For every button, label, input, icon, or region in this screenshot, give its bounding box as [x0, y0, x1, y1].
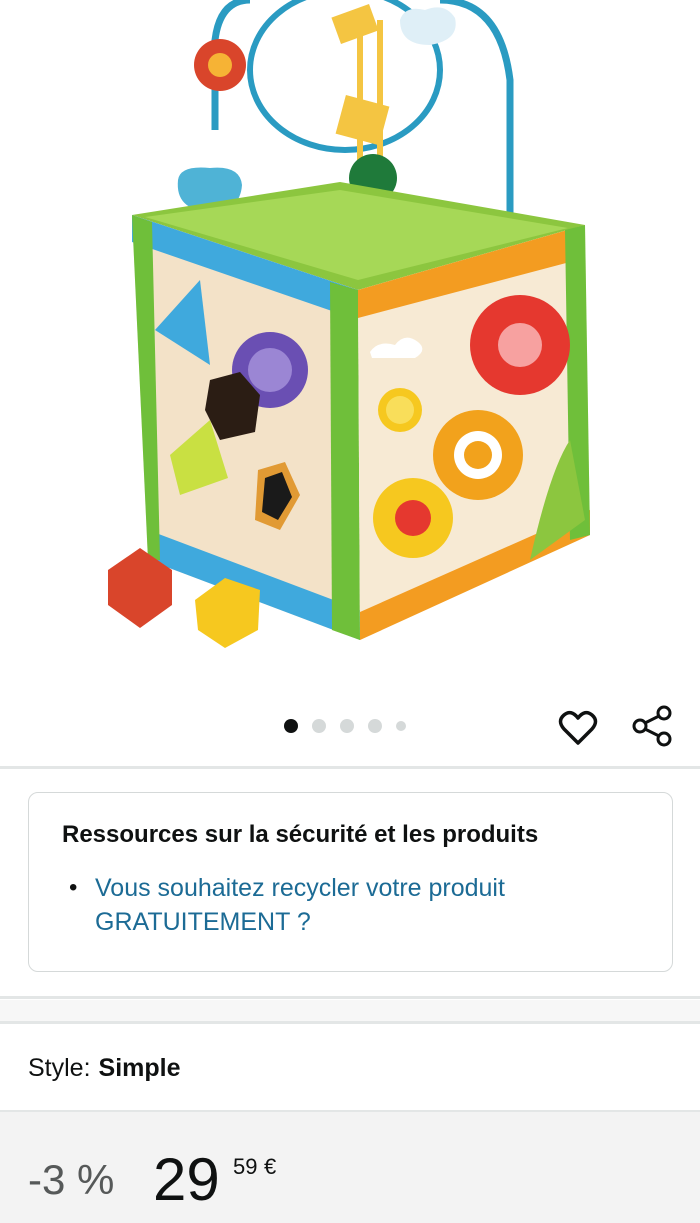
bullet: •	[69, 874, 78, 901]
section-divider	[0, 996, 700, 999]
carousel-dot[interactable]	[284, 719, 298, 733]
recycle-link-line1: Vous souhaitez recycler votre produit	[95, 874, 505, 902]
price-currency: €	[264, 1154, 277, 1179]
share-icon	[632, 705, 672, 747]
product-gallery[interactable]	[0, 0, 700, 765]
carousel-dot[interactable]	[368, 719, 382, 733]
section-divider	[0, 766, 700, 769]
carousel-dot[interactable]	[340, 719, 354, 733]
list-item: • Vous souhaitez recycler votre produit …	[69, 871, 615, 939]
safety-resources-card: Ressources sur la sécurité et les produi…	[28, 792, 673, 972]
price-fraction: 59	[233, 1154, 258, 1179]
section-divider	[0, 1021, 700, 1024]
carousel-dot[interactable]	[396, 721, 406, 731]
product-image[interactable]	[60, 0, 620, 680]
style-label: Style:	[28, 1054, 91, 1082]
safety-resources-title: Ressources sur la sécurité et les produi…	[62, 821, 539, 848]
style-value: Simple	[98, 1054, 181, 1082]
share-button[interactable]	[630, 704, 674, 748]
carousel-dots[interactable]	[284, 716, 406, 736]
price-whole: 29	[153, 1146, 220, 1213]
price-bar: -3 % 29 59 €	[0, 1112, 700, 1223]
heart-icon	[558, 710, 598, 745]
wishlist-button[interactable]	[556, 706, 600, 750]
discount-badge: -3 %	[28, 1156, 115, 1203]
section-spacer	[0, 1000, 700, 1022]
recycle-link-line2: GRATUITEMENT ?	[95, 908, 311, 936]
recycle-product-link[interactable]: Vous souhaitez recycler votre produit GR…	[95, 871, 615, 939]
style-selector[interactable]: Style: Simple	[28, 1054, 181, 1083]
carousel-dot[interactable]	[312, 719, 326, 733]
